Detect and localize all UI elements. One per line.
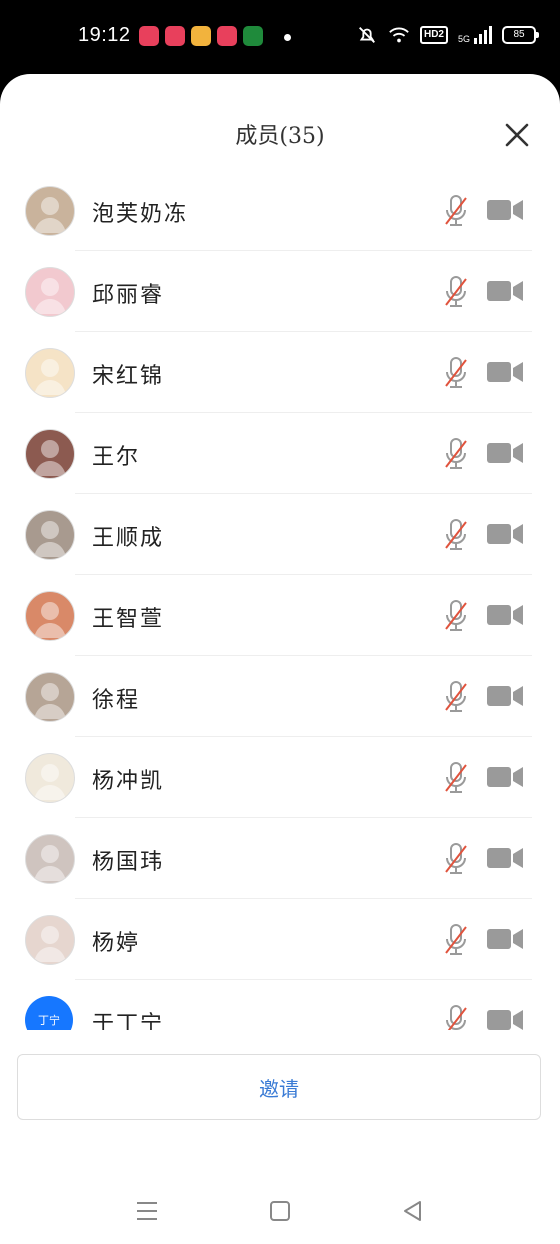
avatar [25, 186, 75, 236]
avatar-text: 丁宁 [38, 1014, 60, 1027]
avatar-silhouette-icon [34, 683, 66, 719]
avatar-silhouette-icon [34, 359, 66, 395]
member-row[interactable]: 杨婷 [0, 899, 560, 980]
member-name: 徐程 [92, 688, 141, 713]
avatar [25, 510, 75, 560]
signal-bar-icon [474, 38, 477, 44]
signal-5g-label: 5G [457, 34, 470, 44]
video-camera-icon[interactable] [486, 441, 524, 465]
mic-muted-icon[interactable] [444, 761, 468, 795]
battery-indicator: 85 [502, 26, 539, 44]
mic-muted-icon[interactable] [444, 194, 468, 228]
mic-muted-icon[interactable] [444, 356, 468, 390]
video-camera-icon[interactable] [486, 360, 524, 384]
oppo-app-icon [243, 26, 263, 46]
mic-muted-icon[interactable] [444, 842, 468, 876]
mic-muted-icon[interactable] [444, 680, 468, 714]
signal-bar-icon [489, 26, 492, 44]
member-name: 杨冲凯 [92, 769, 165, 794]
avatar-silhouette-icon [34, 845, 66, 881]
sheet-title: 成员(35) [235, 124, 325, 149]
avatar [25, 348, 75, 398]
mic-muted-icon[interactable] [444, 437, 468, 471]
avatar [25, 672, 75, 722]
mic-muted-icon[interactable] [444, 1004, 468, 1030]
video-app-icon [165, 26, 185, 46]
avatar-silhouette-icon [34, 764, 66, 800]
back-icon[interactable] [400, 1198, 426, 1224]
home-icon[interactable] [267, 1198, 293, 1224]
video-camera-icon[interactable] [486, 927, 524, 951]
avatar [25, 915, 75, 965]
member-row[interactable]: 杨冲凯 [0, 737, 560, 818]
status-bar: 19:12 HD2 5G 85 [0, 0, 560, 74]
member-row[interactable]: 邱丽睿 [0, 251, 560, 332]
wifi-icon [389, 27, 409, 43]
mic-muted-icon[interactable] [444, 923, 468, 957]
avatar-silhouette-icon [34, 278, 66, 314]
avatar-silhouette-icon [34, 521, 66, 557]
mic-muted-icon[interactable] [444, 599, 468, 633]
mic-muted-icon[interactable] [444, 518, 468, 552]
member-row[interactable]: 杨国玮 [0, 818, 560, 899]
avatar [25, 753, 75, 803]
mic-muted-icon[interactable] [444, 275, 468, 309]
avatar [25, 429, 75, 479]
member-row[interactable]: 徐程 [0, 656, 560, 737]
member-name: 王尔 [92, 445, 141, 470]
health-app-icon [139, 26, 159, 46]
video-camera-icon[interactable] [486, 1008, 524, 1030]
avatar: 丁宁 [25, 996, 73, 1030]
weibo-app-icon [191, 26, 211, 46]
members-sheet: 成员(35) 泡芙奶冻邱丽睿宋红锦王尔王顺成王智萱徐程杨冲凯杨国玮杨婷丁宁 于丁宁… [0, 74, 560, 1244]
signal-indicator: 5G [458, 26, 492, 44]
avatar-silhouette-icon [34, 602, 66, 638]
video-camera-icon[interactable] [486, 279, 524, 303]
member-name: 于丁宁 [92, 1012, 165, 1030]
navigation-bar [0, 1182, 560, 1242]
avatar [25, 267, 75, 317]
member-name: 泡芙奶冻 [92, 202, 189, 227]
video-camera-icon[interactable] [486, 522, 524, 546]
member-name: 杨国玮 [92, 850, 165, 875]
member-name: 邱丽睿 [92, 283, 165, 308]
member-row[interactable]: 宋红锦 [0, 332, 560, 413]
notification-dot [284, 34, 291, 41]
member-row[interactable]: 泡芙奶冻 [0, 170, 560, 251]
system-icons: HD2 5G 85 [356, 24, 539, 46]
menu-icon[interactable] [134, 1198, 160, 1224]
member-name: 王智萱 [92, 607, 165, 632]
avatar-silhouette-icon [34, 926, 66, 962]
member-row[interactable]: 王顺成 [0, 494, 560, 575]
member-row[interactable]: 王智萱 [0, 575, 560, 656]
signal-bar-icon [479, 34, 482, 44]
member-row[interactable]: 丁宁 于丁宁 [0, 980, 560, 1030]
video-camera-icon[interactable] [486, 765, 524, 789]
member-name: 杨婷 [92, 931, 141, 956]
avatar [25, 591, 75, 641]
member-name: 王顺成 [92, 526, 165, 551]
video-camera-icon[interactable] [486, 846, 524, 870]
invite-button[interactable]: 邀请 [17, 1054, 541, 1120]
avatar-silhouette-icon [34, 197, 66, 233]
video-camera-icon[interactable] [486, 603, 524, 627]
toutiao-app-icon [217, 26, 237, 46]
close-icon[interactable] [504, 122, 530, 148]
video-camera-icon[interactable] [486, 684, 524, 708]
avatar [25, 834, 75, 884]
video-camera-icon[interactable] [486, 198, 524, 222]
silent-bell-icon [358, 27, 375, 43]
status-time: 19:12 [78, 24, 131, 46]
member-name: 宋红锦 [92, 364, 165, 389]
member-list[interactable]: 泡芙奶冻邱丽睿宋红锦王尔王顺成王智萱徐程杨冲凯杨国玮杨婷丁宁 于丁宁 [0, 170, 560, 1030]
avatar-silhouette-icon [34, 440, 66, 476]
signal-bar-icon [484, 30, 487, 44]
hd-voice-badge: HD2 [419, 26, 448, 44]
member-row[interactable]: 王尔 [0, 413, 560, 494]
notification-app-icons [139, 26, 263, 46]
